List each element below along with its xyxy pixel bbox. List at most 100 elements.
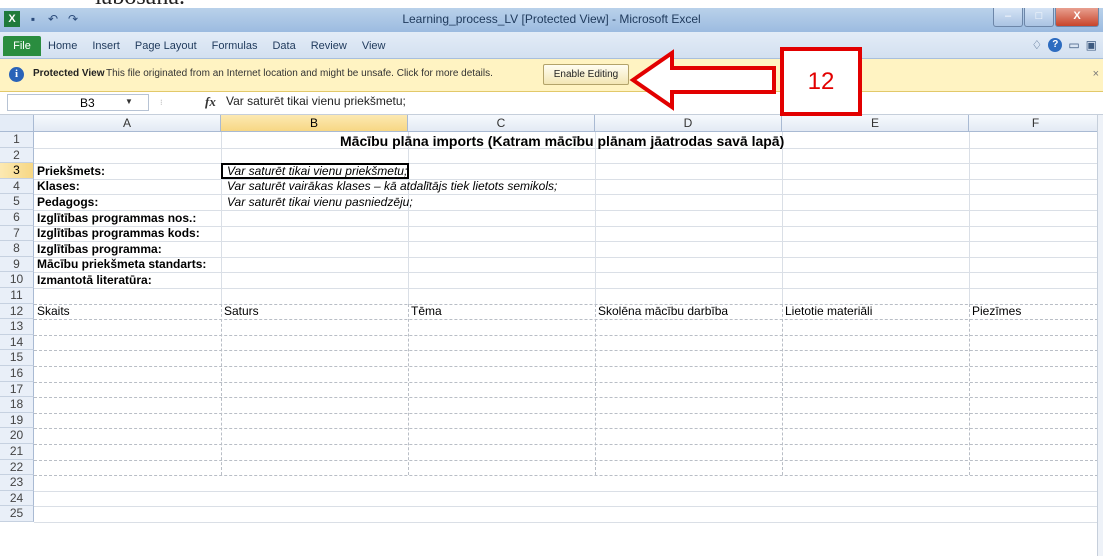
tab-insert[interactable]: Insert <box>92 40 120 52</box>
spreadsheet-grid[interactable]: A B C D E F 1 2 3 4 5 6 7 8 9 10 11 12 13 14 15 16 17 18 1… <box>0 115 1103 556</box>
close-message-icon[interactable]: × <box>1093 68 1099 80</box>
doc-minimize-icon[interactable]: ▭ <box>1068 38 1079 52</box>
label-izglitibas-programma[interactable]: Izglītības programma: <box>37 242 162 256</box>
column-header-d[interactable]: D <box>595 115 782 132</box>
enable-editing-button[interactable]: Enable Editing <box>543 64 629 85</box>
label-izmantota-literatura[interactable]: Izmantotā literatūra: <box>37 273 152 287</box>
row-header-24[interactable]: 24 <box>0 490 34 507</box>
doc-restore-icon[interactable]: ▣ <box>1086 38 1097 52</box>
column-gridline <box>782 132 783 304</box>
row-header-11[interactable]: 11 <box>0 288 34 304</box>
row-header-1[interactable]: 1 <box>0 132 34 148</box>
row-header-18[interactable]: 18 <box>0 397 34 413</box>
row-header-13[interactable]: 13 <box>0 319 34 335</box>
column-header-c[interactable]: C <box>408 115 595 132</box>
row-gridline <box>34 334 1103 336</box>
file-tab[interactable]: File <box>3 36 41 56</box>
label-klases[interactable]: Klases: <box>37 180 80 193</box>
row-gridline <box>34 303 1103 305</box>
row-header-6[interactable]: 6 <box>0 210 34 226</box>
row-header-19[interactable]: 19 <box>0 412 34 429</box>
row-header-12[interactable]: 12 <box>0 303 34 320</box>
row-header-5[interactable]: 5 <box>0 194 34 210</box>
ribbon-right-controls: ♢ ? ▭ ▣ <box>1032 38 1097 52</box>
tab-view[interactable]: View <box>362 40 386 52</box>
sheet-title: Mācību plāna imports (Katram mācību plān… <box>340 133 785 149</box>
help-icon[interactable]: ? <box>1048 38 1063 52</box>
column-gridline <box>969 132 970 304</box>
protected-view-message[interactable]: This file originated from an Internet lo… <box>106 68 493 79</box>
row-header-21[interactable]: 21 <box>0 444 34 460</box>
column-gridline <box>408 132 409 304</box>
row-header-3[interactable]: 3 <box>0 163 34 179</box>
column-header-e[interactable]: E <box>782 115 969 132</box>
row-header-22[interactable]: 22 <box>0 459 34 476</box>
tab-data[interactable]: Data <box>272 40 295 52</box>
table-header-tema[interactable]: Tēma <box>411 305 442 318</box>
table-header-lietotie-materiali[interactable]: Lietotie materiāli <box>785 305 872 318</box>
formula-input[interactable]: Var saturēt tikai vienu priekšmetu; <box>226 94 406 108</box>
tab-page-layout[interactable]: Page Layout <box>135 40 197 52</box>
column-header-a[interactable]: A <box>34 115 221 132</box>
table-header-skaits[interactable]: Skaits <box>37 305 70 318</box>
table-header-saturs[interactable]: Saturs <box>224 305 259 318</box>
column-header-f[interactable]: F <box>969 115 1103 132</box>
row-gridline <box>34 412 1103 414</box>
note-cell[interactable]: Var saturēt vairākas klases – kā atdalīt… <box>227 180 557 193</box>
title-bar: X ▪ ↶ ↷ Learning_process_LV [Protected V… <box>0 8 1103 32</box>
table-column-border <box>221 303 222 476</box>
label-prieksmets[interactable]: Priekšmets: <box>37 164 105 178</box>
collapse-ribbon-icon[interactable]: ♢ <box>1032 38 1043 52</box>
table-column-border <box>595 303 596 476</box>
close-button[interactable]: X <box>1055 8 1099 27</box>
row-gridline <box>34 506 1103 508</box>
tab-formulas[interactable]: Formulas <box>212 40 258 52</box>
row-header-14[interactable]: 14 <box>0 334 34 351</box>
row-header-7[interactable]: 7 <box>0 225 34 242</box>
selected-cell-b3[interactable] <box>221 162 409 180</box>
row-gridline <box>34 178 1103 180</box>
row-header-2[interactable]: 2 <box>0 147 34 164</box>
column-header-b[interactable]: B <box>221 115 408 132</box>
row-header-23[interactable]: 23 <box>0 475 34 491</box>
table-column-border <box>408 303 409 476</box>
label-macibu-prieksmeta-standarts[interactable]: Mācību priekšmeta standarts: <box>37 258 206 271</box>
row-gridline <box>34 490 1103 492</box>
row-header-20[interactable]: 20 <box>0 428 34 444</box>
row-gridline <box>34 444 1103 445</box>
table-header-skolena-macibu-darbiba[interactable]: Skolēna mācību darbība <box>598 305 728 318</box>
window-title: Learning_process_LV [Protected View] - M… <box>402 12 701 26</box>
row-header-9[interactable]: 9 <box>0 256 34 273</box>
row-gridline <box>34 522 1103 523</box>
row-gridline <box>34 272 1103 274</box>
label-pedagogs[interactable]: Pedagogs: <box>37 195 98 209</box>
row-header-17[interactable]: 17 <box>0 381 34 398</box>
label-izglitibas-programmas-nos[interactable]: Izglītības programmas nos.: <box>37 211 196 225</box>
row-header-10[interactable]: 10 <box>0 272 34 288</box>
formula-bar-separator-icon: ⁝ <box>160 98 163 107</box>
row-gridline <box>34 397 1103 399</box>
maximize-button[interactable]: □ <box>1024 8 1054 27</box>
name-box-dropdown-icon[interactable]: ▼ <box>125 97 133 106</box>
minimize-button[interactable]: – <box>993 8 1023 27</box>
row-header-25[interactable]: 25 <box>0 506 34 522</box>
row-gridline <box>34 319 1103 321</box>
row-header-16[interactable]: 16 <box>0 366 34 382</box>
label-izglitibas-programmas-kods[interactable]: Izglītības programmas kods: <box>37 227 200 240</box>
ribbon-tabs: Home Insert Page Layout Formulas Data Re… <box>48 40 385 52</box>
insert-function-icon[interactable]: fx <box>205 94 216 110</box>
select-all-corner[interactable] <box>0 115 34 132</box>
row-gridline <box>34 475 1103 477</box>
tab-home[interactable]: Home <box>48 40 77 52</box>
row-header-4[interactable]: 4 <box>0 178 34 195</box>
row-gridline <box>34 459 1103 461</box>
tab-review[interactable]: Review <box>311 40 347 52</box>
row-gridline <box>34 241 1103 243</box>
row-header-8[interactable]: 8 <box>0 241 34 257</box>
note-cell[interactable]: Var saturēt tikai vienu pasniedzēju; <box>227 195 413 209</box>
table-header-piezimes[interactable]: Piezīmes <box>972 305 1021 318</box>
column-gridline <box>595 132 596 304</box>
row-gridline <box>34 428 1103 430</box>
row-header-15[interactable]: 15 <box>0 350 34 366</box>
vertical-scrollbar[interactable] <box>1097 115 1103 556</box>
